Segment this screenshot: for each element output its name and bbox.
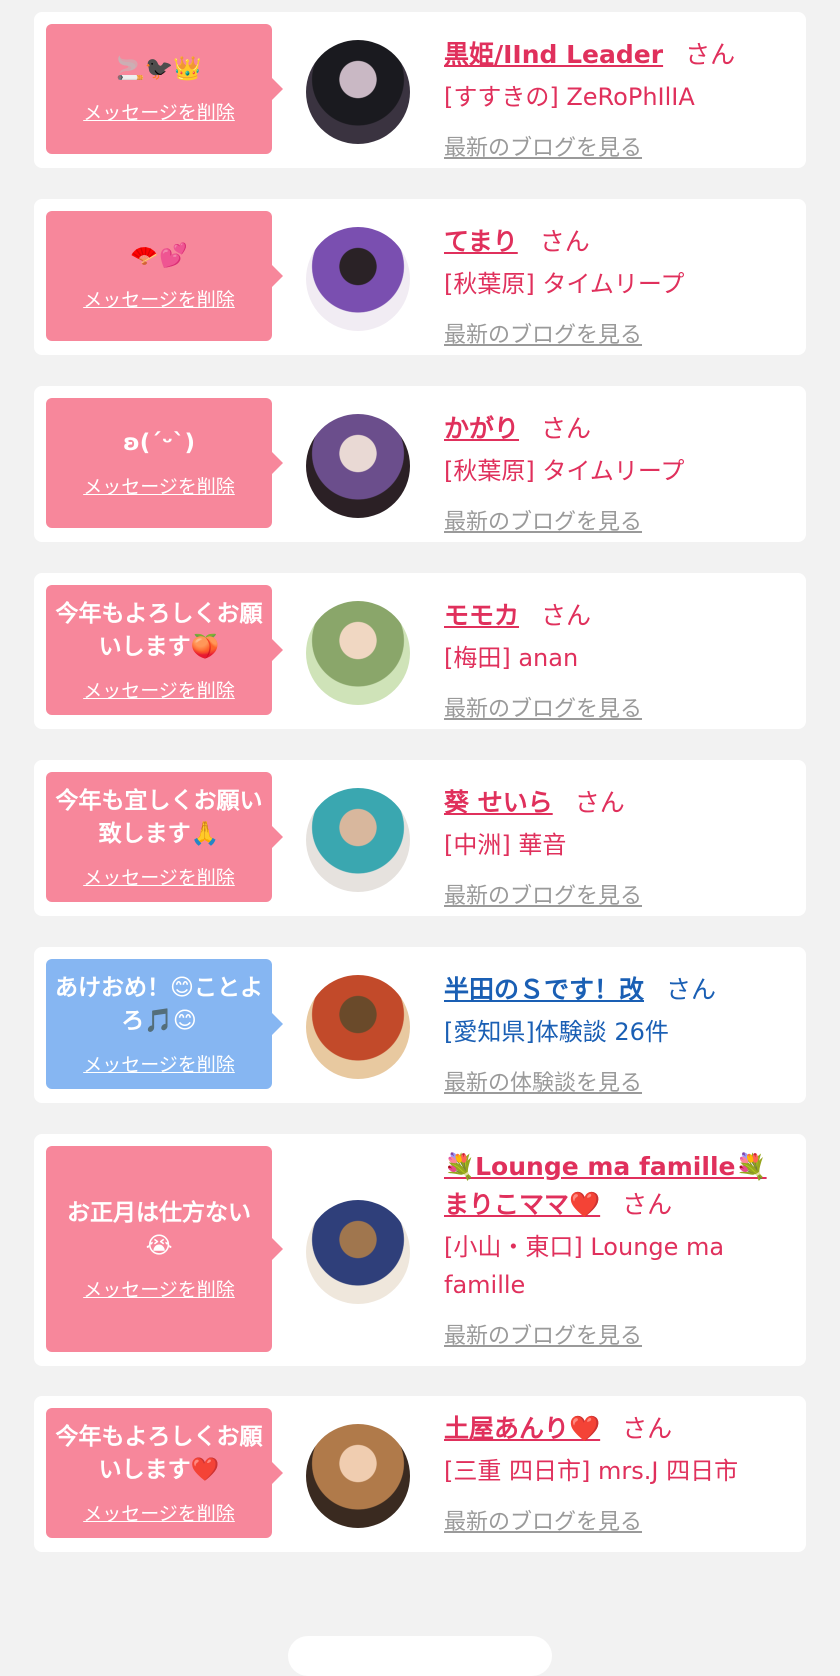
shop-label: [秋葉原] タイムリープ [444,270,685,298]
message-bubble: 今年もよろしくお願いします❤️ メッセージを削除 [46,1408,283,1538]
latest-post-link[interactable]: 最新のブログを見る [444,504,642,536]
name-line: 土屋あんり❤️ さん [444,1410,784,1448]
delete-message-link[interactable]: メッセージを削除 [83,285,235,312]
delete-message-link[interactable]: メッセージを削除 [83,472,235,499]
avatar[interactable] [306,1424,410,1528]
name-line: モモカ さん [444,597,784,635]
profile-name-link[interactable]: てまり [444,227,518,256]
message-text: ʚ(ˊᵕˋ) [122,430,196,456]
message-card: 🪭💕 メッセージを削除 てまり さん [秋葉原] タイムリープ最新のブログを見る [34,199,806,355]
profile-name-link[interactable]: 💐Lounge ma famille💐まりこママ❤️ [444,1152,767,1219]
shop-label: [秋葉原] タイムリープ [444,457,685,485]
message-card: お正月は仕方ない😭 メッセージを削除 💐Lounge ma famille💐まりこマ… [34,1134,806,1366]
message-text: 🚬🐦‍⬛👑 [116,56,202,82]
shop-label: [小山・東口] Lounge ma famille [444,1233,725,1299]
profile-info: モモカ さん [梅田] anan 最新のブログを見る [444,597,784,723]
message-card: あけおめ！😊ことよろ🎵😊 メッセージを削除 半田のＳです！改 さん [愛知県]体験談 2… [34,947,806,1103]
honorific-label: さん [541,601,592,630]
delete-message-link[interactable]: メッセージを削除 [83,676,235,703]
message-card: 今年も宜しくお願い致します🙏 メッセージを削除葵 せいら さん [中洲] 華音 最新のブ… [34,760,806,916]
name-line: てまり さん [444,223,784,261]
honorific-label: さん [622,1414,673,1443]
profile-info: 半田のＳです！改 さん [愛知県]体験談 26件最新の体験談を見る [444,971,784,1097]
delete-message-link[interactable]: メッセージを削除 [83,1050,235,1077]
profile-info: かがり さん [秋葉原] タイムリープ最新のブログを見る [444,410,784,536]
message-text: 今年も宜しくお願い致します🙏 [55,787,263,847]
message-card: 今年もよろしくお願いします❤️ メッセージを削除 土屋あんり❤️ さん [三重 四日市]… [34,1396,806,1552]
message-text: 今年もよろしくお願いします🍑 [55,600,263,660]
name-line: 黒姫/IInd Leader さん [444,36,784,74]
avatar[interactable] [306,601,410,705]
profile-name-link[interactable]: 葵 せいら [444,788,553,817]
name-line: 葵 せいら さん [444,784,784,822]
latest-post-link[interactable]: 最新のブログを見る [444,691,642,723]
bottom-bar [288,1636,552,1676]
avatar[interactable] [306,414,410,518]
shop-label: [梅田] anan [444,644,579,672]
honorific-label: さん [622,1190,673,1219]
avatar[interactable] [306,1200,410,1304]
message-text: お正月は仕方ない😭 [67,1199,251,1259]
profile-name-link[interactable]: 半田のＳです！改 [444,975,644,1004]
delete-message-link[interactable]: メッセージを削除 [83,863,235,890]
profile-name-link[interactable]: モモカ [444,601,519,630]
profile-info: 葵 せいら さん [中洲] 華音 最新のブログを見る [444,784,784,910]
avatar[interactable] [306,975,410,1079]
profile-info: 土屋あんり❤️ さん [三重 四日市] mrs.J 四日市最新のブログを見る [444,1410,784,1536]
honorific-label: さん [541,414,592,443]
honorific-label: さん [666,975,717,1004]
delete-message-link[interactable]: メッセージを削除 [83,98,235,125]
latest-post-link[interactable]: 最新のブログを見る [444,1504,642,1536]
message-bubble: お正月は仕方ない😭 メッセージを削除 [46,1146,283,1352]
honorific-label: さん [539,227,590,256]
message-card: ʚ(ˊᵕˋ) メッセージを削除 かがり さん [秋葉原] タイムリープ最新のブログを見る [34,386,806,542]
latest-post-link[interactable]: 最新の体験談を見る [444,1065,642,1097]
honorific-label: さん [574,788,625,817]
latest-post-link[interactable]: 最新のブログを見る [444,1318,642,1350]
message-bubble: 🚬🐦‍⬛👑 メッセージを削除 [46,24,283,154]
name-line: 💐Lounge ma famille💐まりこママ❤️ さん [444,1148,784,1224]
message-bubble: ʚ(ˊᵕˋ) メッセージを削除 [46,398,283,528]
message-bubble: 🪭💕 メッセージを削除 [46,211,283,341]
profile-info: 黒姫/IInd Leader さん [すすきの] ZeRoPhIlIA 最新のブログを… [444,36,784,162]
avatar[interactable] [306,788,410,892]
honorific-label: さん [685,40,736,69]
profile-name-link[interactable]: 黒姫/IInd Leader [444,40,663,69]
name-line: 半田のＳです！改 さん [444,971,784,1009]
shop-label: [三重 四日市] mrs.J 四日市 [444,1457,739,1485]
message-bubble: 今年もよろしくお願いします🍑 メッセージを削除 [46,585,283,715]
message-text: 今年もよろしくお願いします❤️ [55,1423,263,1483]
message-card: 今年もよろしくお願いします🍑 メッセージを削除 モモカ さん [梅田] anan 最新のブ… [34,573,806,729]
message-text: 🪭💕 [130,243,188,269]
message-bubble: 今年も宜しくお願い致します🙏 メッセージを削除 [46,772,283,902]
profile-name-link[interactable]: かがり [444,414,519,443]
profile-info: 💐Lounge ma famille💐まりこママ❤️ さん [小山・東口] Loun… [444,1148,784,1350]
shop-label: [すすきの] ZeRoPhIlIA [444,83,695,111]
name-line: かがり さん [444,410,784,448]
message-card: 🚬🐦‍⬛👑 メッセージを削除 黒姫/IInd Leader さん [すすきの] ZeRo… [34,12,806,168]
avatar[interactable] [306,227,410,331]
message-text: あけおめ！😊ことよろ🎵😊 [55,974,263,1034]
delete-message-link[interactable]: メッセージを削除 [83,1275,235,1302]
shop-label: [中洲] 華音 [444,831,567,859]
latest-post-link[interactable]: 最新のブログを見る [444,317,642,349]
profile-name-link[interactable]: 土屋あんり❤️ [444,1414,600,1443]
message-bubble: あけおめ！😊ことよろ🎵😊 メッセージを削除 [46,959,283,1089]
latest-post-link[interactable]: 最新のブログを見る [444,878,642,910]
profile-info: てまり さん [秋葉原] タイムリープ最新のブログを見る [444,223,784,349]
delete-message-link[interactable]: メッセージを削除 [83,1499,235,1526]
avatar[interactable] [306,40,410,144]
shop-label: [愛知県]体験談 26件 [444,1018,669,1046]
latest-post-link[interactable]: 最新のブログを見る [444,130,642,162]
